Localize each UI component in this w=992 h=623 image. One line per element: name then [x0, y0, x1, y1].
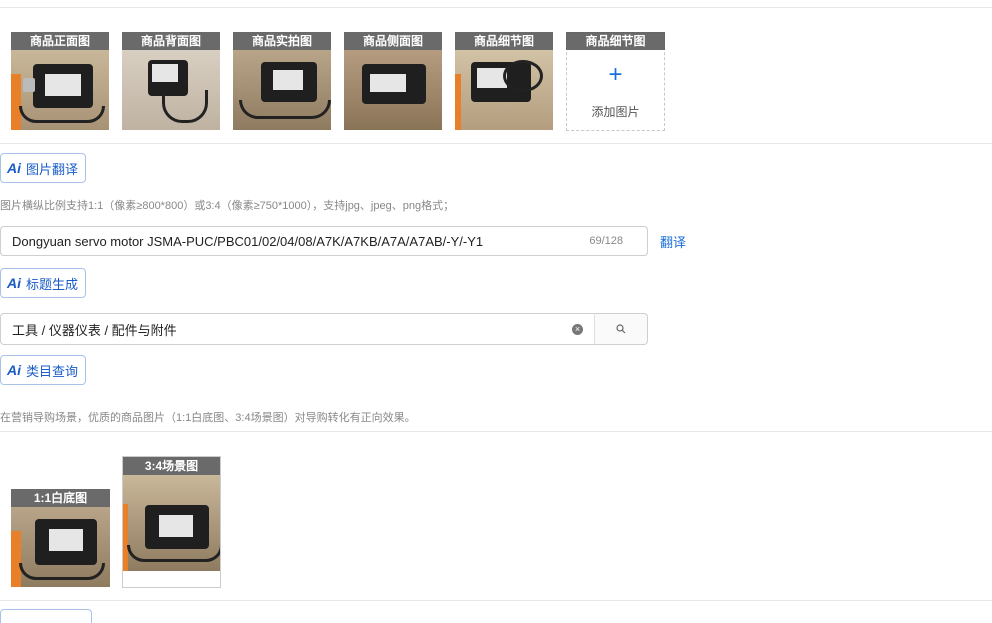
- ai-button-partial[interactable]: [0, 609, 92, 623]
- motor-photo: [123, 475, 220, 571]
- product-image-detail[interactable]: 商品细节图: [455, 32, 553, 130]
- ai-icon: Ai: [7, 275, 21, 291]
- product-image-side[interactable]: 商品侧面图: [344, 32, 442, 130]
- ai-image-translate-button[interactable]: Ai 图片翻译: [0, 153, 87, 183]
- image-requirement-hint: 图片横纵比例支持1:1（像素≥800*800）或3:4（像素≥750*1000）…: [0, 200, 455, 212]
- ai-icon: Ai: [7, 160, 21, 176]
- button-label: 标题生成: [26, 276, 79, 292]
- ai-category-query-button[interactable]: Ai 类目查询: [0, 355, 87, 385]
- motor-photo: [122, 50, 220, 130]
- ai-icon: Ai: [7, 362, 21, 378]
- image-caption: 商品侧面图: [344, 32, 442, 50]
- image-caption: 商品细节图: [566, 32, 665, 50]
- button-label: 类目查询: [26, 363, 79, 379]
- scene-image-white-bg[interactable]: 1:1白底图: [11, 489, 110, 587]
- image-caption: 1:1白底图: [11, 489, 110, 507]
- product-image-front[interactable]: 商品正面图: [11, 32, 109, 130]
- plus-icon: +: [608, 61, 623, 88]
- product-image-back[interactable]: 商品背面图: [122, 32, 220, 130]
- category-input[interactable]: 工具 / 仪器仪表 / 配件与附件 ×: [0, 313, 595, 345]
- title-input[interactable]: Dongyuan servo motor JSMA-PUC/PBC01/02/0…: [0, 226, 648, 256]
- image-caption: 商品背面图: [122, 32, 220, 50]
- button-label: 图片翻译: [26, 161, 79, 177]
- ai-title-generate-button[interactable]: Ai 标题生成: [0, 268, 87, 298]
- image-caption: 3:4场景图: [123, 457, 220, 475]
- add-image-label: 添加图片: [591, 105, 640, 119]
- motor-photo: [11, 50, 109, 130]
- image-caption: 商品细节图: [455, 32, 553, 50]
- search-icon: [616, 324, 626, 334]
- image-caption: 商品实拍图: [233, 32, 331, 50]
- motor-photo: [233, 50, 331, 130]
- clear-icon[interactable]: ×: [572, 323, 583, 335]
- char-counter: 69/128: [589, 235, 623, 247]
- motor-photo: [11, 507, 110, 587]
- category-search-button[interactable]: [594, 313, 648, 345]
- title-input-value: Dongyuan servo motor JSMA-PUC/PBC01/02/0…: [12, 233, 484, 249]
- marketing-hint: 在营销导购场景，优质的商品图片（1:1白底图、3:4场景图）对导购转化有正向效果…: [0, 412, 416, 424]
- category-input-value: 工具 / 仪器仪表 / 配件与附件: [12, 322, 177, 338]
- add-image-button[interactable]: 商品细节图 + 添加图片: [566, 32, 665, 131]
- image-caption: 商品正面图: [11, 32, 109, 50]
- product-image-real[interactable]: 商品实拍图: [233, 32, 331, 130]
- top-divider: [0, 7, 992, 8]
- divider: [0, 143, 992, 144]
- translate-link[interactable]: 翻译: [660, 232, 686, 251]
- motor-photo: [344, 50, 442, 130]
- motor-photo: [455, 50, 553, 130]
- divider: [0, 431, 992, 432]
- divider: [0, 600, 992, 601]
- scene-image-3-4[interactable]: 3:4场景图: [122, 456, 221, 588]
